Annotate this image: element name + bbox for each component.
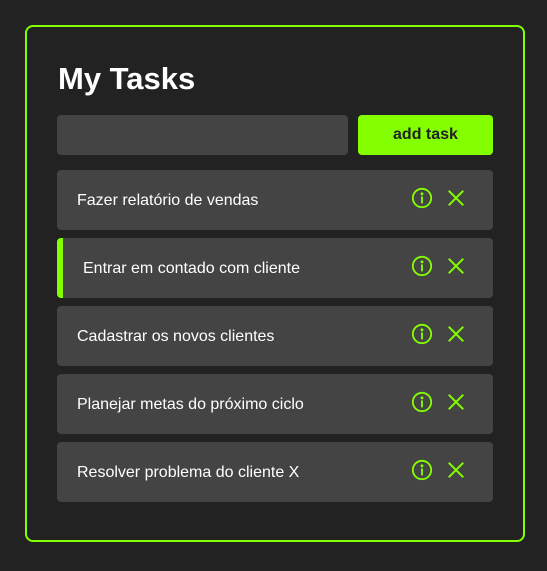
task-item[interactable]: Fazer relatório de vendas — [57, 170, 493, 230]
info-icon[interactable] — [410, 322, 434, 346]
task-label: Resolver problema do cliente X — [77, 464, 300, 481]
task-list: Fazer relatório de vendas Entrar em cont… — [57, 170, 493, 510]
task-input[interactable] — [57, 115, 348, 155]
info-icon[interactable] — [410, 458, 434, 482]
info-icon[interactable] — [410, 254, 434, 278]
task-label: Planejar metas do próximo ciclo — [77, 396, 304, 413]
task-label: Cadastrar os novos clientes — [77, 328, 275, 345]
add-task-button[interactable]: add task — [358, 115, 493, 155]
task-label: Entrar em contado com cliente — [83, 260, 300, 277]
task-label: Fazer relatório de vendas — [77, 192, 259, 209]
info-icon[interactable] — [410, 186, 434, 210]
close-icon[interactable] — [444, 458, 468, 482]
info-icon[interactable] — [410, 390, 434, 414]
close-icon[interactable] — [444, 186, 468, 210]
close-icon[interactable] — [444, 254, 468, 278]
close-icon[interactable] — [444, 390, 468, 414]
task-item[interactable]: Planejar metas do próximo ciclo — [57, 374, 493, 434]
close-icon[interactable] — [444, 322, 468, 346]
task-item[interactable]: Cadastrar os novos clientes — [57, 306, 493, 366]
page-title: My Tasks — [58, 61, 196, 96]
task-item-selected[interactable]: Entrar em contado com cliente — [57, 238, 493, 298]
tasks-panel: My Tasks add task Fazer relatório de ven… — [25, 25, 525, 542]
task-item[interactable]: Resolver problema do cliente X — [57, 442, 493, 502]
